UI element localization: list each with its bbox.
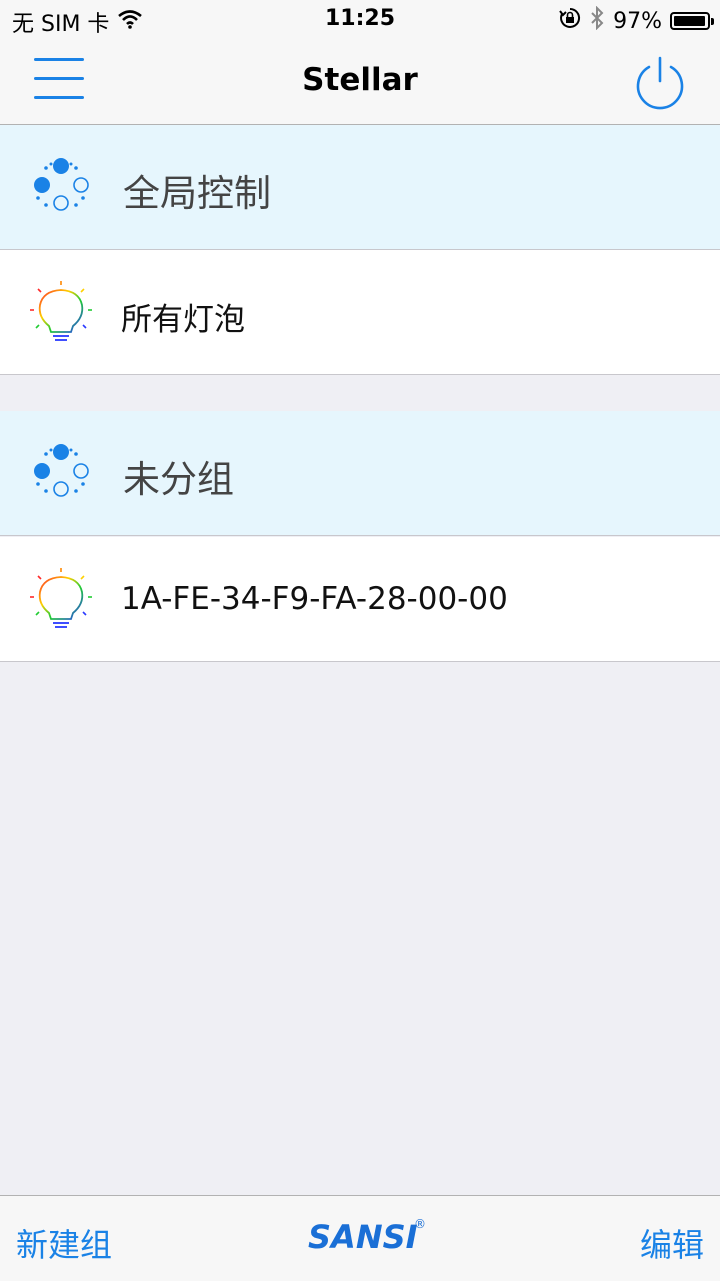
battery-icon [670, 12, 714, 30]
battery-fill [674, 16, 705, 26]
list-item-all-bulbs[interactable]: 所有灯泡 [0, 250, 720, 375]
edit-button[interactable]: 编辑 [640, 1220, 704, 1266]
list-item-label: 所有灯泡 [121, 302, 245, 338]
brand-text: SANSI [308, 1218, 418, 1256]
group-label: 全局控制 [123, 172, 271, 215]
sansi-logo: SANSI ® [306, 1214, 430, 1258]
new-group-button[interactable]: 新建组 [16, 1220, 112, 1266]
status-right: 97% [559, 5, 714, 36]
rgb-bulb-icon [28, 280, 94, 346]
group-row-ungrouped[interactable]: 未分组 [0, 411, 720, 536]
group-label: 未分组 [123, 458, 234, 501]
group-dots-icon [28, 155, 94, 221]
registered-mark: ® [414, 1217, 426, 1231]
rgb-bulb-icon [28, 567, 94, 633]
status-bar: 无 SIM 卡 11:25 97% [0, 0, 720, 40]
list-item-device[interactable]: 1A-FE-34-F9-FA-28-00-00 [0, 537, 720, 662]
group-dots-icon [28, 441, 94, 507]
page-title: Stellar [302, 62, 418, 98]
power-icon[interactable] [632, 55, 688, 111]
group-row-global[interactable]: 全局控制 [0, 125, 720, 250]
bluetooth-icon [589, 5, 605, 36]
nav-bar: Stellar [0, 40, 720, 125]
list-item-label: 1A-FE-34-F9-FA-28-00-00 [121, 581, 508, 617]
battery-percent: 97% [613, 8, 662, 34]
orientation-lock-icon [559, 7, 581, 35]
bottom-toolbar: 新建组 SANSI ® 编辑 [0, 1195, 720, 1281]
